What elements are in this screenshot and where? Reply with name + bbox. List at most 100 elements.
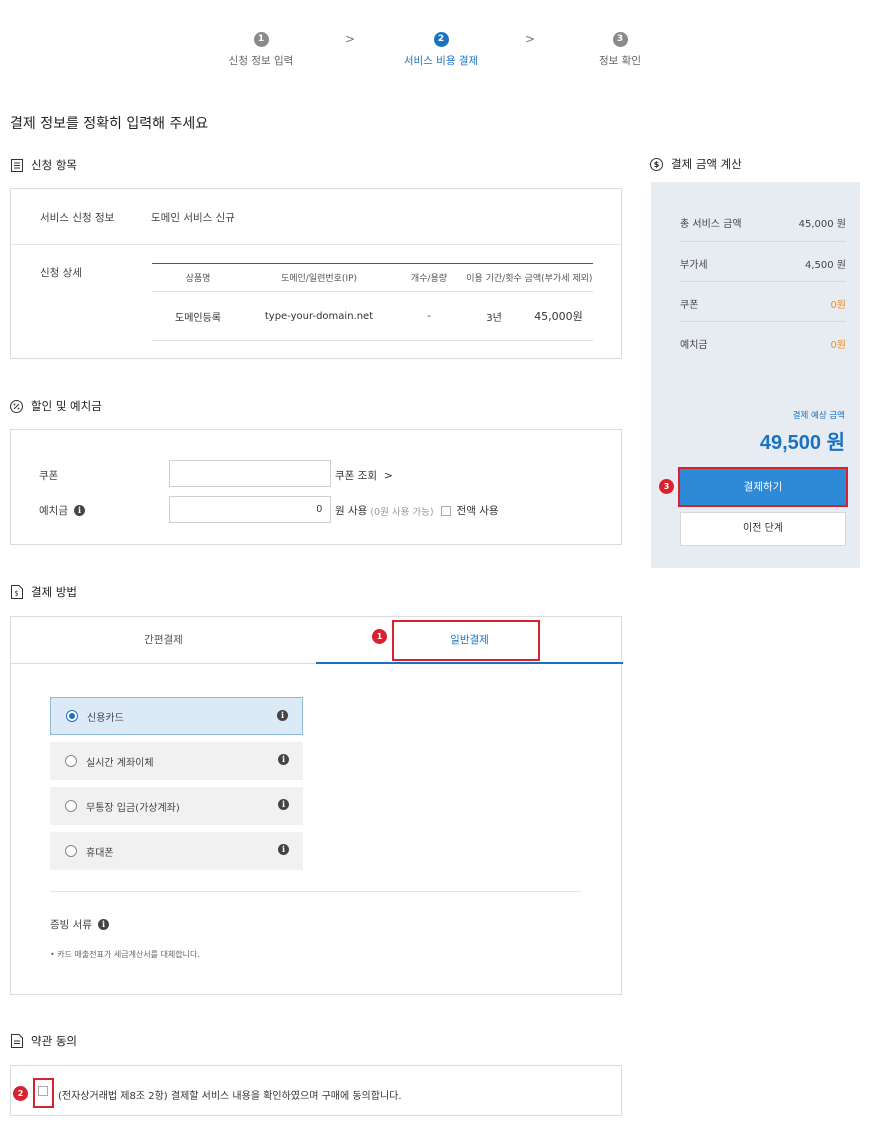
receipt-label: 증빙 서류 i (50, 917, 109, 932)
step-1: 1 신청 정보 입력 (201, 32, 321, 68)
method-virtual-account-label: 무통장 입금(가상계좌) (86, 802, 180, 814)
summary-deposit-label: 예치금 (680, 340, 708, 351)
divider (680, 281, 846, 282)
summary-title: $ 결제 금액 계산 (650, 156, 742, 172)
detail-label: 신청 상세 (40, 267, 82, 279)
coupon-lookup-link[interactable]: 쿠폰 조회 > (335, 468, 393, 483)
chevron-right-icon: > (525, 32, 536, 46)
radio-bank-transfer[interactable] (65, 755, 77, 767)
col-header-product: 상품명 (185, 274, 211, 284)
chevron-right-icon: > (345, 32, 356, 46)
col-header-period: 이용 기간/횟수 (466, 274, 522, 284)
deposit-use-text: 원 사용 (335, 505, 368, 517)
summary-row-deposit: 예치금 0원 (680, 336, 846, 351)
step-2-number: 2 (433, 32, 449, 47)
order-detail-table: 상품명 도메인/일련번호(IP) 개수/용량 이용 기간/횟수 금액(부가세 제… (152, 263, 593, 341)
method-credit-card[interactable]: 신용카드 i (50, 697, 303, 735)
step-2-label: 서비스 비용 결제 (403, 55, 479, 67)
tab-general-payment[interactable]: 일반결제 (316, 617, 623, 663)
callout-badge-3: 3 (659, 479, 674, 494)
info-icon[interactable]: i (277, 710, 288, 721)
order-section-label: 신청 항목 (31, 158, 77, 172)
step-3-number: 3 (612, 32, 628, 47)
summary-title-label: 결제 금액 계산 (671, 157, 742, 171)
info-icon[interactable]: i (97, 919, 109, 930)
step-1-label: 신청 정보 입력 (228, 55, 294, 67)
radio-mobile[interactable] (65, 845, 77, 857)
summary-total-label: 총 서비스 금액 (680, 219, 742, 230)
estimate-label: 결제 예상 금액 (792, 411, 845, 421)
deposit-available-text: (0원 사용 가능) (370, 506, 434, 518)
chevron-right-icon: > (383, 469, 393, 482)
info-icon[interactable]: i (73, 505, 85, 516)
method-bank-transfer-label: 실시간 계좌이체 (86, 757, 154, 769)
order-section-title: 신청 항목 (10, 157, 77, 173)
info-icon[interactable]: i (278, 844, 289, 855)
tab-active-indicator (316, 662, 623, 664)
method-virtual-account[interactable]: 무통장 입금(가상계좌) i (50, 787, 303, 825)
payment-box: 간편결제 일반결제 신용카드 i 실시간 계좌이체 i 무통장 입금(가상계좌)… (10, 616, 623, 995)
previous-step-button[interactable]: 이전 단계 (680, 512, 846, 546)
info-icon[interactable]: i (278, 754, 289, 765)
method-mobile[interactable]: 휴대폰 i (50, 832, 303, 870)
col-header-domain: 도메인/일련번호(IP) (280, 274, 358, 284)
col-header-quantity: 개수/용량 (410, 274, 448, 284)
service-info-value: 도메인 서비스 신규 (151, 212, 235, 224)
coupon-lookup-text: 쿠폰 조회 (335, 470, 377, 482)
page-title: 결제 정보를 정확히 입력해 주세요 (10, 116, 209, 132)
deposit-use-info: 원 사용 (0원 사용 가능) 전액 사용 (335, 503, 499, 518)
deposit-label-text: 예치금 (39, 505, 68, 517)
radio-virtual-account[interactable] (65, 800, 77, 812)
radio-credit-card[interactable] (66, 710, 78, 722)
coupon-label: 쿠폰 (39, 468, 58, 483)
terms-box: (전자상거래법 제8조 2항) 결제할 서비스 내용을 확인하였으며 구매에 동… (10, 1065, 622, 1116)
discount-box: 쿠폰 쿠폰 조회 > 예치금 i 원 사용 (0원 사용 가능) 전액 사용 (10, 429, 622, 545)
table-row: 도메인등록 type-your-domain.net - 3년 45,000원 (152, 292, 593, 341)
method-credit-card-label: 신용카드 (87, 712, 124, 724)
deposit-input[interactable] (169, 496, 331, 523)
summary-vat-value: 4,500 원 (804, 260, 846, 271)
discount-section-title: 할인 및 예치금 (10, 398, 102, 414)
summary-row-coupon: 쿠폰 0원 (680, 296, 846, 311)
callout-badge-1: 1 (372, 629, 387, 644)
agree-checkbox[interactable] (38, 1086, 48, 1096)
summary-total-value: 45,000 원 (798, 219, 846, 230)
summary-row-total: 총 서비스 금액 45,000 원 (680, 215, 846, 230)
summary-panel: 총 서비스 금액 45,000 원 부가세 4,500 원 쿠폰 0원 예치금 … (651, 182, 860, 568)
use-all-checkbox[interactable] (440, 505, 451, 516)
receipt-label-text: 증빙 서류 (50, 919, 92, 931)
method-bank-transfer[interactable]: 실시간 계좌이체 i (50, 742, 303, 780)
dollar-icon: $ (650, 157, 663, 171)
cell-amount: 45,000원 (534, 310, 583, 323)
discount-section-label: 할인 및 예치금 (31, 399, 102, 413)
step-indicator: 1 신청 정보 입력 > 2 서비스 비용 결제 > 3 정보 확인 (0, 32, 880, 82)
summary-coupon-value: 0원 (830, 300, 846, 311)
estimate-amount: 49,500 원 (759, 432, 845, 454)
summary-deposit-value: 0원 (830, 340, 846, 351)
divider (50, 891, 581, 892)
tab-easy-payment[interactable]: 간편결제 (11, 617, 316, 663)
tab-divider (11, 663, 316, 664)
cell-period: 3년 (486, 312, 502, 324)
deposit-label: 예치금 i (39, 503, 85, 518)
step-3-label: 정보 확인 (599, 55, 641, 67)
pay-button[interactable]: 결제하기 (680, 469, 846, 505)
payment-section-label: 결제 방법 (31, 585, 77, 599)
agree-text: (전자상거래법 제8조 2항) 결제할 서비스 내용을 확인하였으며 구매에 동… (58, 1091, 402, 1102)
cell-product: 도메인등록 (175, 312, 221, 324)
document-icon (10, 1034, 23, 1048)
info-icon[interactable]: i (278, 799, 289, 810)
cell-quantity: - (427, 310, 431, 322)
divider (11, 244, 621, 245)
receipt-note: • 카드 매출전표가 세금계산서를 대체합니다. (50, 950, 200, 959)
step-2: 2 서비스 비용 결제 (381, 32, 501, 68)
summary-row-vat: 부가세 4,500 원 (680, 256, 846, 271)
divider (680, 241, 846, 242)
coupon-input[interactable] (169, 460, 331, 487)
method-mobile-label: 휴대폰 (86, 847, 114, 859)
terms-section-title: 약관 동의 (10, 1033, 77, 1049)
service-info-label: 서비스 신청 정보 (40, 212, 115, 224)
summary-vat-label: 부가세 (680, 260, 708, 271)
order-box: 서비스 신청 정보 도메인 서비스 신규 신청 상세 상품명 도메인/일련번호(… (10, 188, 622, 359)
col-header-amount: 금액(부가세 제외) (524, 274, 593, 284)
